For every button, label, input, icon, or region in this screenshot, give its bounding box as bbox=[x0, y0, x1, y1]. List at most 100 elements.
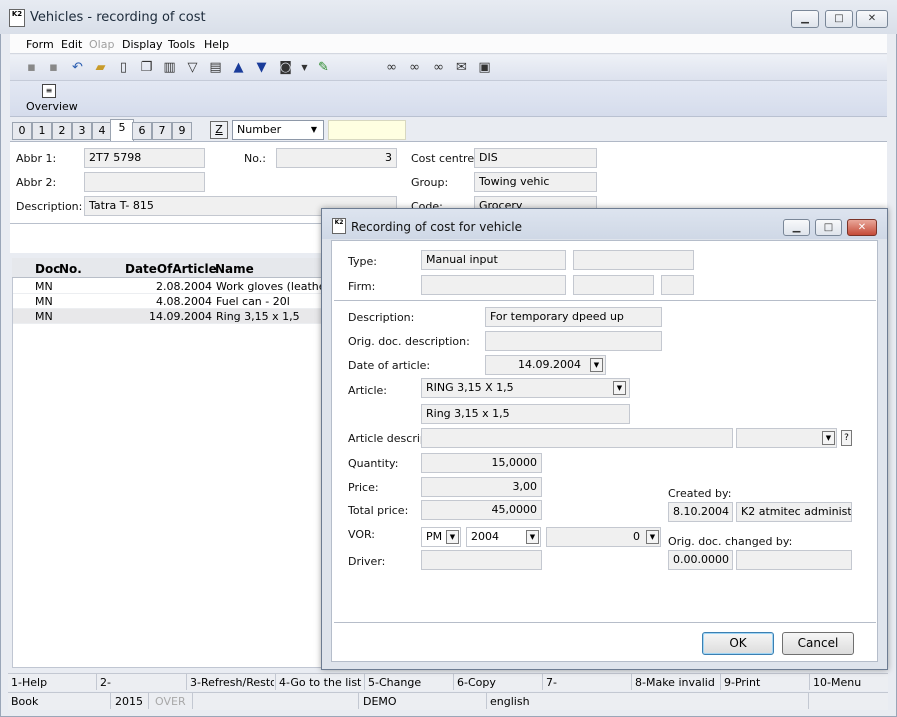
group-field[interactable]: Towing vehic bbox=[474, 172, 597, 192]
total-price-field[interactable]: 45,0000 bbox=[421, 500, 542, 520]
article-desc-field[interactable] bbox=[421, 428, 733, 448]
date-field[interactable]: 14.09.2004 bbox=[485, 355, 606, 375]
clipboard-icon[interactable]: ▣ bbox=[476, 59, 493, 76]
edit-check-icon[interactable]: ✎ bbox=[315, 59, 332, 76]
tab-3[interactable]: 3 bbox=[72, 122, 92, 140]
dialog-description-field[interactable]: For temporary dpeed up bbox=[485, 307, 662, 327]
find-next-icon[interactable]: ∞ bbox=[406, 59, 423, 76]
fkey-5[interactable]: 5-Change bbox=[368, 676, 421, 689]
article-desc-chevron-down-icon[interactable]: ▼ bbox=[822, 431, 835, 445]
vor2-chevron-down-icon[interactable]: ▼ bbox=[526, 530, 539, 544]
overview-button[interactable]: Overview bbox=[26, 100, 78, 113]
fkey-9[interactable]: 9-Print bbox=[724, 676, 760, 689]
cancel-button[interactable]: Cancel bbox=[782, 632, 854, 655]
tab-2[interactable]: 2 bbox=[52, 122, 72, 140]
tab-9[interactable]: 9 bbox=[172, 122, 192, 140]
table-row[interactable]: MN 4.08.2004 Fuel can - 20l bbox=[13, 294, 322, 309]
fkey-7[interactable]: 7- bbox=[546, 676, 557, 689]
vor3-chevron-down-icon[interactable]: ▼ bbox=[646, 530, 659, 544]
menu-form[interactable]: Form bbox=[26, 38, 54, 51]
changed-user-field[interactable] bbox=[736, 550, 852, 570]
dialog-close-button[interactable]: ✕ bbox=[847, 219, 877, 236]
quantity-label: Quantity: bbox=[348, 457, 399, 470]
orig-doc-field[interactable] bbox=[485, 331, 662, 351]
dropdown-arrow-icon[interactable]: ▼ bbox=[296, 59, 313, 76]
menu-display[interactable]: Display bbox=[122, 38, 163, 51]
help-question-button[interactable]: ? bbox=[841, 430, 852, 446]
maximize-button[interactable]: □ bbox=[825, 10, 853, 28]
changed-date-field[interactable]: 0.00.0000 bbox=[668, 550, 733, 570]
undo-icon[interactable]: ↶ bbox=[69, 59, 86, 76]
col-doc[interactable]: Doc bbox=[35, 262, 60, 276]
arrow-down-icon[interactable]: ▼ bbox=[253, 59, 270, 76]
filter-icon[interactable]: ▽ bbox=[184, 59, 201, 76]
dialog-maximize-button[interactable]: □ bbox=[815, 219, 842, 236]
table-row[interactable]: MN 2.08.2004 Work gloves (leather) bbox=[13, 279, 322, 294]
firm-field-2[interactable] bbox=[573, 275, 654, 295]
fkey-4[interactable]: 4-Go to the list bbox=[279, 676, 361, 689]
open-folder-icon[interactable]: ▰ bbox=[92, 59, 109, 76]
dialog-minimize-button[interactable]: ▁ bbox=[783, 219, 810, 236]
fkey-1[interactable]: 1-Help bbox=[11, 676, 47, 689]
menu-olap[interactable]: Olap bbox=[89, 38, 114, 51]
camera-icon[interactable]: ◙ bbox=[277, 59, 294, 76]
menu-tools[interactable]: Tools bbox=[168, 38, 195, 51]
price-field[interactable]: 3,00 bbox=[421, 477, 542, 497]
copy-document-icon[interactable]: ❐ bbox=[138, 59, 155, 76]
no-field[interactable]: 3 bbox=[276, 148, 397, 168]
save-icon[interactable]: ▪ bbox=[23, 59, 40, 76]
vor-select-3[interactable]: 0 bbox=[546, 527, 661, 547]
article-chevron-down-icon[interactable]: ▼ bbox=[613, 381, 626, 395]
find-replace-icon[interactable]: ∞ bbox=[430, 59, 447, 76]
cost-centre-field[interactable]: DIS bbox=[474, 148, 597, 168]
tab-1[interactable]: 1 bbox=[32, 122, 52, 140]
type-extra-field[interactable] bbox=[573, 250, 694, 270]
abbr1-label: Abbr 1: bbox=[16, 152, 57, 165]
fkey-3[interactable]: 3-Refresh/Restor bbox=[190, 676, 274, 689]
date-chevron-down-icon[interactable]: ▼ bbox=[590, 358, 603, 372]
driver-field[interactable] bbox=[421, 550, 542, 570]
minimize-button[interactable]: ▁ bbox=[791, 10, 819, 28]
quick-search-input[interactable] bbox=[328, 120, 406, 140]
quantity-field[interactable]: 15,0000 bbox=[421, 453, 542, 473]
mail-icon[interactable]: ✉ bbox=[453, 59, 470, 76]
fkey-8[interactable]: 8-Make invalid bbox=[635, 676, 715, 689]
ok-button[interactable]: OK bbox=[702, 632, 774, 655]
created-date-field[interactable]: 8.10.2004 bbox=[668, 502, 733, 522]
cell-date: 4.08.2004 bbox=[156, 295, 212, 308]
article-select[interactable]: RING 3,15 X 1,5 bbox=[421, 378, 630, 398]
abbr2-field[interactable] bbox=[84, 172, 205, 192]
table-row-selected[interactable]: MN 14.09.2004 Ring 3,15 x 1,5 bbox=[13, 309, 322, 324]
menu-edit[interactable]: Edit bbox=[61, 38, 82, 51]
filter-document-icon[interactable]: ▤ bbox=[207, 59, 224, 76]
tab-7[interactable]: 7 bbox=[152, 122, 172, 140]
firm-field-3[interactable] bbox=[661, 275, 694, 295]
col-name[interactable]: Name bbox=[215, 262, 254, 276]
overview-icon[interactable]: ≡ bbox=[42, 84, 56, 98]
tab-0[interactable]: 0 bbox=[12, 122, 32, 140]
tab-6[interactable]: 6 bbox=[132, 122, 152, 140]
tab-5[interactable]: 5 bbox=[110, 119, 134, 141]
z-button[interactable]: Z bbox=[210, 121, 228, 139]
close-button[interactable]: ✕ bbox=[856, 10, 888, 28]
binoculars-icon[interactable]: ∞ bbox=[383, 59, 400, 76]
abbr1-field[interactable]: 2T7 5798 bbox=[84, 148, 205, 168]
fkey-2[interactable]: 2- bbox=[100, 676, 111, 689]
tab-4[interactable]: 4 bbox=[92, 122, 112, 140]
type-field[interactable]: Manual input bbox=[421, 250, 566, 270]
col-date[interactable]: DateOfArticle bbox=[125, 262, 217, 276]
article-name-field[interactable]: Ring 3,15 x 1,5 bbox=[421, 404, 630, 424]
fkey-10[interactable]: 10-Menu bbox=[813, 676, 861, 689]
new-document-icon[interactable]: ▯ bbox=[115, 59, 132, 76]
vor1-chevron-down-icon[interactable]: ▼ bbox=[446, 530, 459, 544]
book-icon[interactable]: ▥ bbox=[161, 59, 178, 76]
firm-field[interactable] bbox=[421, 275, 566, 295]
sort-select[interactable]: Number ▼ bbox=[232, 120, 324, 140]
save-all-icon[interactable]: ▪ bbox=[45, 59, 62, 76]
no-label: No.: bbox=[244, 152, 266, 165]
col-no[interactable]: No. bbox=[59, 262, 82, 276]
created-user-field[interactable]: K2 atmitec administrato bbox=[736, 502, 852, 522]
fkey-6[interactable]: 6-Copy bbox=[457, 676, 496, 689]
menu-help[interactable]: Help bbox=[204, 38, 229, 51]
arrow-up-icon[interactable]: ▲ bbox=[230, 59, 247, 76]
